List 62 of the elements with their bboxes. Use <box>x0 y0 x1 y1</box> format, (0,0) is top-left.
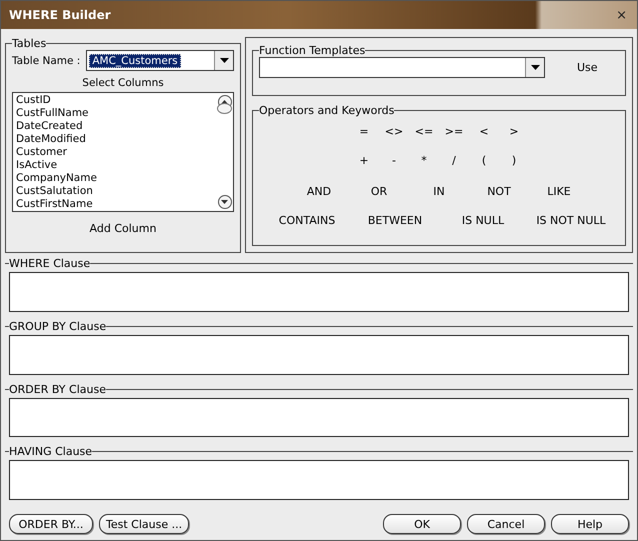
group-legend: HAVING Clause <box>9 445 92 458</box>
group-legend: ORDER BY Clause <box>9 382 106 396</box>
keyword-button[interactable]: IS NULL <box>458 212 508 229</box>
keyword-button[interactable]: NOT <box>483 183 515 200</box>
operator-button[interactable]: <> <box>379 123 409 140</box>
clause-input[interactable] <box>9 334 629 374</box>
close-button[interactable]: × <box>614 8 629 22</box>
operator-button[interactable]: < <box>469 123 499 140</box>
dropdown-caret-icon <box>530 65 540 70</box>
scroll-down-button[interactable] <box>218 195 232 209</box>
dialog-button[interactable]: Cancel <box>467 514 545 534</box>
table-name-dropdown[interactable]: AMC_Customers <box>86 50 234 71</box>
clause-input[interactable] <box>9 272 629 312</box>
clause-input[interactable] <box>9 460 629 500</box>
operator-button[interactable]: >= <box>439 123 469 140</box>
list-label: Select Columns <box>82 77 164 89</box>
keyword-button[interactable]: AND <box>302 183 336 200</box>
action-button[interactable]: Test Clause ... <box>99 514 190 534</box>
column-item[interactable]: Customer <box>16 146 213 159</box>
operator-button[interactable]: * <box>409 152 439 169</box>
keyword-button[interactable]: CONTAINS <box>274 212 340 229</box>
group-legend: WHERE Clause <box>9 257 90 270</box>
column-item[interactable]: CustFirstName <box>16 198 213 211</box>
dropdown-button[interactable] <box>525 58 544 77</box>
group-legend: GROUP BY Clause <box>9 320 106 333</box>
operator-button[interactable]: - <box>379 152 409 169</box>
keyword-button[interactable]: BETWEEN <box>364 212 426 229</box>
dialog-button[interactable]: Help <box>551 514 629 534</box>
use-button[interactable]: Use <box>573 59 602 76</box>
clause-input[interactable] <box>9 398 629 438</box>
function-template-dropdown[interactable] <box>259 57 545 78</box>
operator-button[interactable]: ) <box>499 152 529 169</box>
dialog-button[interactable]: OK <box>383 514 461 534</box>
keyword-button[interactable]: IS NOT NULL <box>532 212 610 229</box>
group-legend: Function Templates <box>259 44 366 57</box>
dropdown-caret-icon <box>220 58 228 63</box>
selected-value: AMC_Customers <box>89 54 181 68</box>
operator-button[interactable]: = <box>349 123 379 140</box>
column-item[interactable]: CustID <box>16 94 213 107</box>
keyword-button[interactable]: OR <box>366 183 392 200</box>
group-legend: Operators and Keywords <box>259 104 394 117</box>
column-item[interactable]: CustFullName <box>16 107 213 120</box>
scroll-down-icon <box>221 200 228 204</box>
column-item[interactable]: CustSalutation <box>16 185 213 198</box>
field-label: Table Name : <box>12 54 80 66</box>
operator-button[interactable]: > <box>499 123 529 140</box>
operator-button[interactable]: + <box>349 152 379 169</box>
column-item[interactable]: DateCreated <box>16 120 213 133</box>
add-column-button[interactable]: Add Column <box>86 220 160 237</box>
action-button[interactable]: ORDER BY... <box>9 514 93 534</box>
group-legend: Tables <box>12 37 46 50</box>
keyword-button[interactable]: IN <box>429 183 449 200</box>
column-item[interactable]: DateModified <box>16 133 213 146</box>
column-item[interactable]: IsActive <box>16 159 213 172</box>
dropdown-button[interactable] <box>214 51 233 70</box>
operator-button[interactable]: ( <box>469 152 499 169</box>
operator-button[interactable]: <= <box>409 123 439 140</box>
window-title: WHERE Builder <box>9 8 111 22</box>
operator-button[interactable]: / <box>439 152 469 169</box>
keyword-button[interactable]: LIKE <box>543 183 575 200</box>
scroll-thumb[interactable] <box>217 103 232 114</box>
column-item[interactable]: CompanyName <box>16 172 213 185</box>
